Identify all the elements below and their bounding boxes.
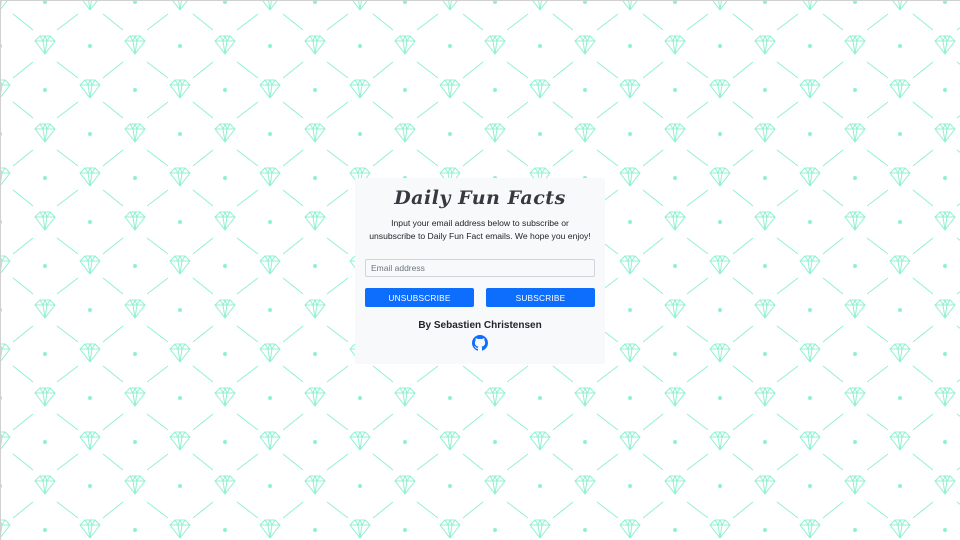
subscribe-button[interactable]: SUBSCRIBE bbox=[486, 288, 595, 307]
button-row: UNSUBSCRIBE SUBSCRIBE bbox=[365, 288, 595, 307]
github-link[interactable] bbox=[472, 335, 488, 351]
unsubscribe-button[interactable]: UNSUBSCRIBE bbox=[365, 288, 474, 307]
page-title: Daily Fun Facts bbox=[394, 187, 566, 209]
github-icon bbox=[472, 335, 488, 351]
email-input[interactable] bbox=[365, 259, 595, 277]
subscribe-card: Daily Fun Facts Input your email address… bbox=[355, 178, 605, 364]
description-text: Input your email address below to subscr… bbox=[369, 218, 591, 241]
author-credit: By Sebastien Christensen bbox=[418, 320, 542, 331]
